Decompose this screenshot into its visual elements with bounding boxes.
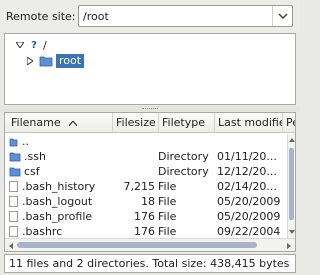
folder-icon xyxy=(9,166,21,177)
horizontal-scrollbar[interactable] xyxy=(5,238,295,251)
filetype-cell: Directory xyxy=(158,150,209,163)
filename: .bash_history xyxy=(22,180,96,193)
remote-file-list[interactable]: Filename Filesize Filetype Last modified… xyxy=(4,112,296,252)
vertical-scroll-thumb[interactable] xyxy=(289,148,294,220)
horizontal-scroll-thumb[interactable] xyxy=(17,242,257,248)
filetype-cell: Directory xyxy=(158,165,209,178)
filename-cell: .. xyxy=(9,134,113,149)
table-row[interactable]: .bash_logout 18 File 05/20/2009 xyxy=(5,194,287,209)
column-header-filesize[interactable]: Filesize xyxy=(113,113,159,133)
tree-item-root-slash[interactable]: ? / xyxy=(15,38,47,52)
tree-item-root[interactable]: root xyxy=(25,54,85,68)
column-label: Filesize xyxy=(116,116,156,129)
last-modified-cell: 12/12/20... xyxy=(217,165,277,178)
filesize-cell xyxy=(113,134,155,149)
table-row[interactable]: .bash_profile 176 File 05/20/2009 xyxy=(5,209,287,224)
filename: .. xyxy=(22,135,29,148)
folder-icon xyxy=(39,55,53,67)
filename-cell: .bash_history xyxy=(9,179,113,194)
remote-site-path[interactable]: /root xyxy=(79,10,272,23)
filename-cell: .bash_profile xyxy=(9,209,113,224)
table-row[interactable]: .bashrc 176 File 09/22/2004 xyxy=(5,224,287,239)
column-label: Last modified xyxy=(218,116,282,129)
remote-site-combobox[interactable]: /root xyxy=(78,5,293,27)
last-modified-cell: 05/20/2009 xyxy=(217,210,281,223)
question-icon: ? xyxy=(31,39,37,51)
filetype-cell: File xyxy=(158,180,177,193)
file-icon xyxy=(9,211,18,222)
filename: .bash_logout xyxy=(22,195,93,208)
tree-item-label: / xyxy=(43,38,47,52)
filename-cell: .bashrc xyxy=(9,224,113,239)
parent-directory-icon xyxy=(9,136,18,147)
filename: .ssh xyxy=(24,150,46,163)
last-modified-cell: 02/14/20... xyxy=(217,180,277,193)
file-icon xyxy=(9,196,18,207)
vertical-scrollbar[interactable] xyxy=(287,134,295,238)
filename: .bashrc xyxy=(22,225,63,238)
sort-ascending-icon xyxy=(68,113,78,133)
filesize-cell: 18 xyxy=(141,195,155,208)
filename: .bash_profile xyxy=(22,210,93,223)
filetype-cell: File xyxy=(158,210,177,223)
status-bar: 11 files and 2 directories. Total size: … xyxy=(4,254,296,273)
table-row[interactable]: csf Directory 12/12/20... xyxy=(5,164,287,179)
scroll-left-icon[interactable] xyxy=(6,240,16,251)
column-label: Filename xyxy=(11,116,61,129)
filetype-cell: File xyxy=(158,195,177,208)
column-header-last-modified[interactable]: Last modified xyxy=(215,113,283,133)
remote-site-label: Remote site: xyxy=(6,10,76,23)
table-row[interactable]: .bash_history 7,215 File 02/14/20... xyxy=(5,179,287,194)
column-header-permissions[interactable]: Pe xyxy=(283,113,295,133)
filename-cell: csf xyxy=(9,164,113,179)
filesize-cell: 176 xyxy=(134,225,155,238)
tree-item-label-selected: root xyxy=(56,54,85,68)
filetype-cell xyxy=(158,134,214,149)
column-label: Pe xyxy=(286,116,295,129)
expanded-arrow-icon[interactable] xyxy=(15,40,25,50)
column-label: Filetype xyxy=(162,116,205,129)
table-row[interactable]: .ssh Directory 01/11/20... xyxy=(5,149,287,164)
last-modified-cell xyxy=(217,134,287,149)
filetype-cell: File xyxy=(158,225,177,238)
collapsed-arrow-icon[interactable] xyxy=(25,56,35,66)
file-list-header: Filename Filesize Filetype Last modified… xyxy=(5,113,295,133)
remote-directory-tree[interactable]: ? / root xyxy=(4,33,296,105)
chevron-down-icon[interactable] xyxy=(272,6,292,26)
filesize-cell: 7,215 xyxy=(123,180,156,193)
last-modified-cell: 05/20/2009 xyxy=(217,195,281,208)
file-icon xyxy=(9,226,18,237)
filesize-cell xyxy=(113,164,155,179)
filename: csf xyxy=(24,165,40,178)
last-modified-cell: 09/22/2004 xyxy=(217,225,281,238)
table-row[interactable]: .. xyxy=(5,134,287,149)
folder-icon xyxy=(9,151,21,162)
remote-site-bar: Remote site: /root xyxy=(0,0,300,32)
splitter-grip[interactable] xyxy=(142,108,158,110)
column-header-filename[interactable]: Filename xyxy=(5,113,113,133)
column-header-filetype[interactable]: Filetype xyxy=(159,113,215,133)
filesize-cell xyxy=(113,149,155,164)
scroll-up-icon[interactable] xyxy=(288,135,295,145)
filename-cell: .bash_logout xyxy=(9,194,113,209)
scroll-down-icon[interactable] xyxy=(288,227,295,237)
last-modified-cell: 01/11/20... xyxy=(217,150,277,163)
scroll-right-icon[interactable] xyxy=(284,240,294,251)
filename-cell: .ssh xyxy=(9,149,113,164)
file-icon xyxy=(9,181,18,192)
file-rows: .. .ssh Directory 01/11/20... csf Directory 12… xyxy=(5,134,287,239)
filesize-cell: 176 xyxy=(134,210,155,223)
